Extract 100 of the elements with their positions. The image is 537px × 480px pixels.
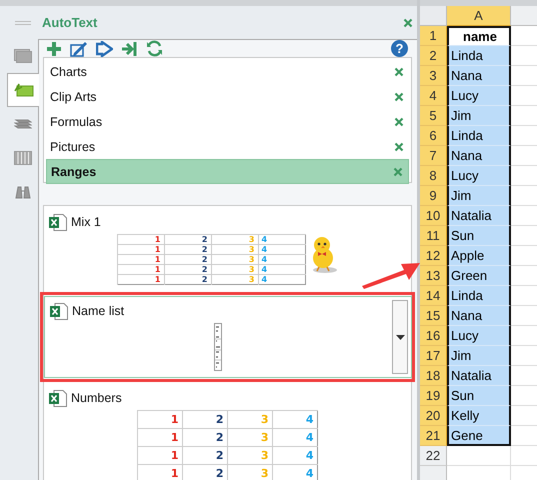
row-number[interactable]: 19 bbox=[420, 386, 447, 406]
row-number[interactable]: 3 bbox=[420, 66, 447, 86]
cell[interactable]: Apple bbox=[447, 246, 511, 266]
delete-icon[interactable] bbox=[394, 142, 404, 152]
close-icon[interactable] bbox=[403, 18, 413, 28]
preview-cell: 3 bbox=[227, 410, 272, 428]
delete-icon[interactable] bbox=[394, 92, 404, 102]
preview-cell: 2 bbox=[164, 264, 211, 274]
row-number[interactable]: 21 bbox=[420, 426, 447, 446]
cell[interactable]: Lucy bbox=[447, 326, 511, 346]
preview-cell: 2 bbox=[164, 274, 211, 284]
row-number[interactable]: 1 bbox=[420, 26, 447, 46]
dropdown-button[interactable] bbox=[392, 300, 408, 374]
cell[interactable] bbox=[447, 446, 511, 466]
cell[interactable]: Green bbox=[447, 266, 511, 286]
row-number[interactable]: 20 bbox=[420, 406, 447, 426]
row-number[interactable]: 9 bbox=[420, 186, 447, 206]
row-number[interactable]: 8 bbox=[420, 166, 447, 186]
preview-cell: 2 bbox=[164, 244, 211, 254]
help-button[interactable]: ? bbox=[391, 40, 408, 57]
autotext-entry[interactable]: Name list bbox=[44, 296, 412, 378]
select-all-corner[interactable] bbox=[420, 6, 447, 26]
preview-cell: 3 bbox=[211, 234, 258, 244]
preview-cell: 1 bbox=[137, 410, 182, 428]
cell[interactable]: name bbox=[447, 26, 511, 46]
cell[interactable]: Sun bbox=[447, 226, 511, 246]
column-header[interactable]: A bbox=[447, 6, 511, 26]
row-number[interactable]: 7 bbox=[420, 146, 447, 166]
add-icon[interactable] bbox=[46, 40, 62, 56]
row-number[interactable]: 22 bbox=[420, 446, 447, 466]
drag-handle-icon[interactable] bbox=[15, 20, 31, 24]
side-tab[interactable] bbox=[7, 73, 39, 107]
caret-icon bbox=[396, 334, 404, 340]
cell[interactable]: Jim bbox=[447, 106, 511, 126]
preview-cell: 4 bbox=[258, 244, 305, 254]
row-number[interactable]: 5 bbox=[420, 106, 447, 126]
row-number[interactable]: 14 bbox=[420, 286, 447, 306]
cell[interactable]: Sun bbox=[447, 386, 511, 406]
arrow-to-bar-icon[interactable] bbox=[121, 40, 138, 56]
cell[interactable]: Gene bbox=[447, 426, 511, 446]
preview-cell: 2 bbox=[182, 446, 227, 464]
category-item[interactable]: Formulas bbox=[46, 109, 409, 134]
row-number[interactable]: 4 bbox=[420, 86, 447, 106]
cell[interactable]: Jim bbox=[447, 186, 511, 206]
preview-cell: 1 bbox=[117, 254, 164, 264]
cell[interactable]: Natalia bbox=[447, 366, 511, 386]
preview-cell: 4 bbox=[258, 254, 305, 264]
entry-name: Mix 1 bbox=[71, 215, 101, 229]
preview-cell: 2 bbox=[182, 410, 227, 428]
category-item[interactable]: Ranges bbox=[46, 159, 409, 184]
cell[interactable]: Natalia bbox=[447, 206, 511, 226]
column-header[interactable] bbox=[511, 6, 537, 26]
row-number[interactable]: 6 bbox=[420, 126, 447, 146]
row-number[interactable]: 10 bbox=[420, 206, 447, 226]
thumbnail-drawing bbox=[214, 323, 222, 371]
row-number[interactable]: 11 bbox=[420, 226, 447, 246]
preview-cell: 4 bbox=[272, 428, 317, 446]
category-item[interactable]: Clip Arts bbox=[46, 84, 409, 109]
insert-arrow-icon[interactable] bbox=[96, 40, 113, 56]
preview-cell: 2 bbox=[164, 254, 211, 264]
preview-cell: 1 bbox=[117, 244, 164, 254]
delete-icon[interactable] bbox=[393, 166, 403, 176]
edit-icon[interactable] bbox=[70, 40, 88, 56]
cell[interactable]: Lucy bbox=[447, 86, 511, 106]
cell[interactable]: Linda bbox=[447, 286, 511, 306]
preview-cell: 4 bbox=[258, 234, 305, 244]
pane-title: AutoText bbox=[42, 15, 98, 30]
row-number[interactable]: 13 bbox=[420, 266, 447, 286]
autotext-entry[interactable]: Mix 1 1 2 3 4 1 2 3 4 1 2 3 4 1 2 3 4 1 2 3 4 bbox=[44, 208, 411, 289]
cell[interactable]: Jim bbox=[447, 346, 511, 366]
preview-cell: 1 bbox=[137, 428, 182, 446]
row-number[interactable]: 17 bbox=[420, 346, 447, 366]
row-number[interactable]: 15 bbox=[420, 306, 447, 326]
cell[interactable]: Nana bbox=[447, 146, 511, 166]
preview-cell: 3 bbox=[227, 428, 272, 446]
cell[interactable]: Lucy bbox=[447, 166, 511, 186]
delete-icon[interactable] bbox=[394, 66, 404, 76]
cell[interactable]: Linda bbox=[447, 126, 511, 146]
preview-cell: 3 bbox=[211, 254, 258, 264]
preview-cell: 1 bbox=[137, 446, 182, 464]
cell[interactable]: Linda bbox=[447, 46, 511, 66]
cell[interactable]: Nana bbox=[447, 66, 511, 86]
refresh-icon[interactable] bbox=[146, 40, 163, 57]
category-item[interactable]: Charts bbox=[46, 59, 409, 84]
delete-icon[interactable] bbox=[394, 116, 404, 126]
preview-cell: 3 bbox=[211, 244, 258, 254]
row-number[interactable]: 18 bbox=[420, 366, 447, 386]
preview-cell: 4 bbox=[258, 274, 305, 284]
cell[interactable]: Kelly bbox=[447, 406, 511, 426]
row-number[interactable]: 2 bbox=[420, 46, 447, 66]
preview-cell: 3 bbox=[211, 274, 258, 284]
category-item[interactable]: Pictures bbox=[46, 134, 409, 159]
binoculars-icon bbox=[14, 185, 32, 199]
autotext-entry[interactable]: Numbers 1 2 3 4 1 2 3 4 1 2 3 4 1 2 3 4 bbox=[44, 384, 411, 480]
autotext-icon bbox=[14, 83, 34, 97]
row-number[interactable] bbox=[420, 466, 447, 480]
cell[interactable]: Nana bbox=[447, 306, 511, 326]
preview-cell: 1 bbox=[117, 274, 164, 284]
row-number[interactable]: 16 bbox=[420, 326, 447, 346]
row-number[interactable]: 12 bbox=[420, 246, 447, 266]
